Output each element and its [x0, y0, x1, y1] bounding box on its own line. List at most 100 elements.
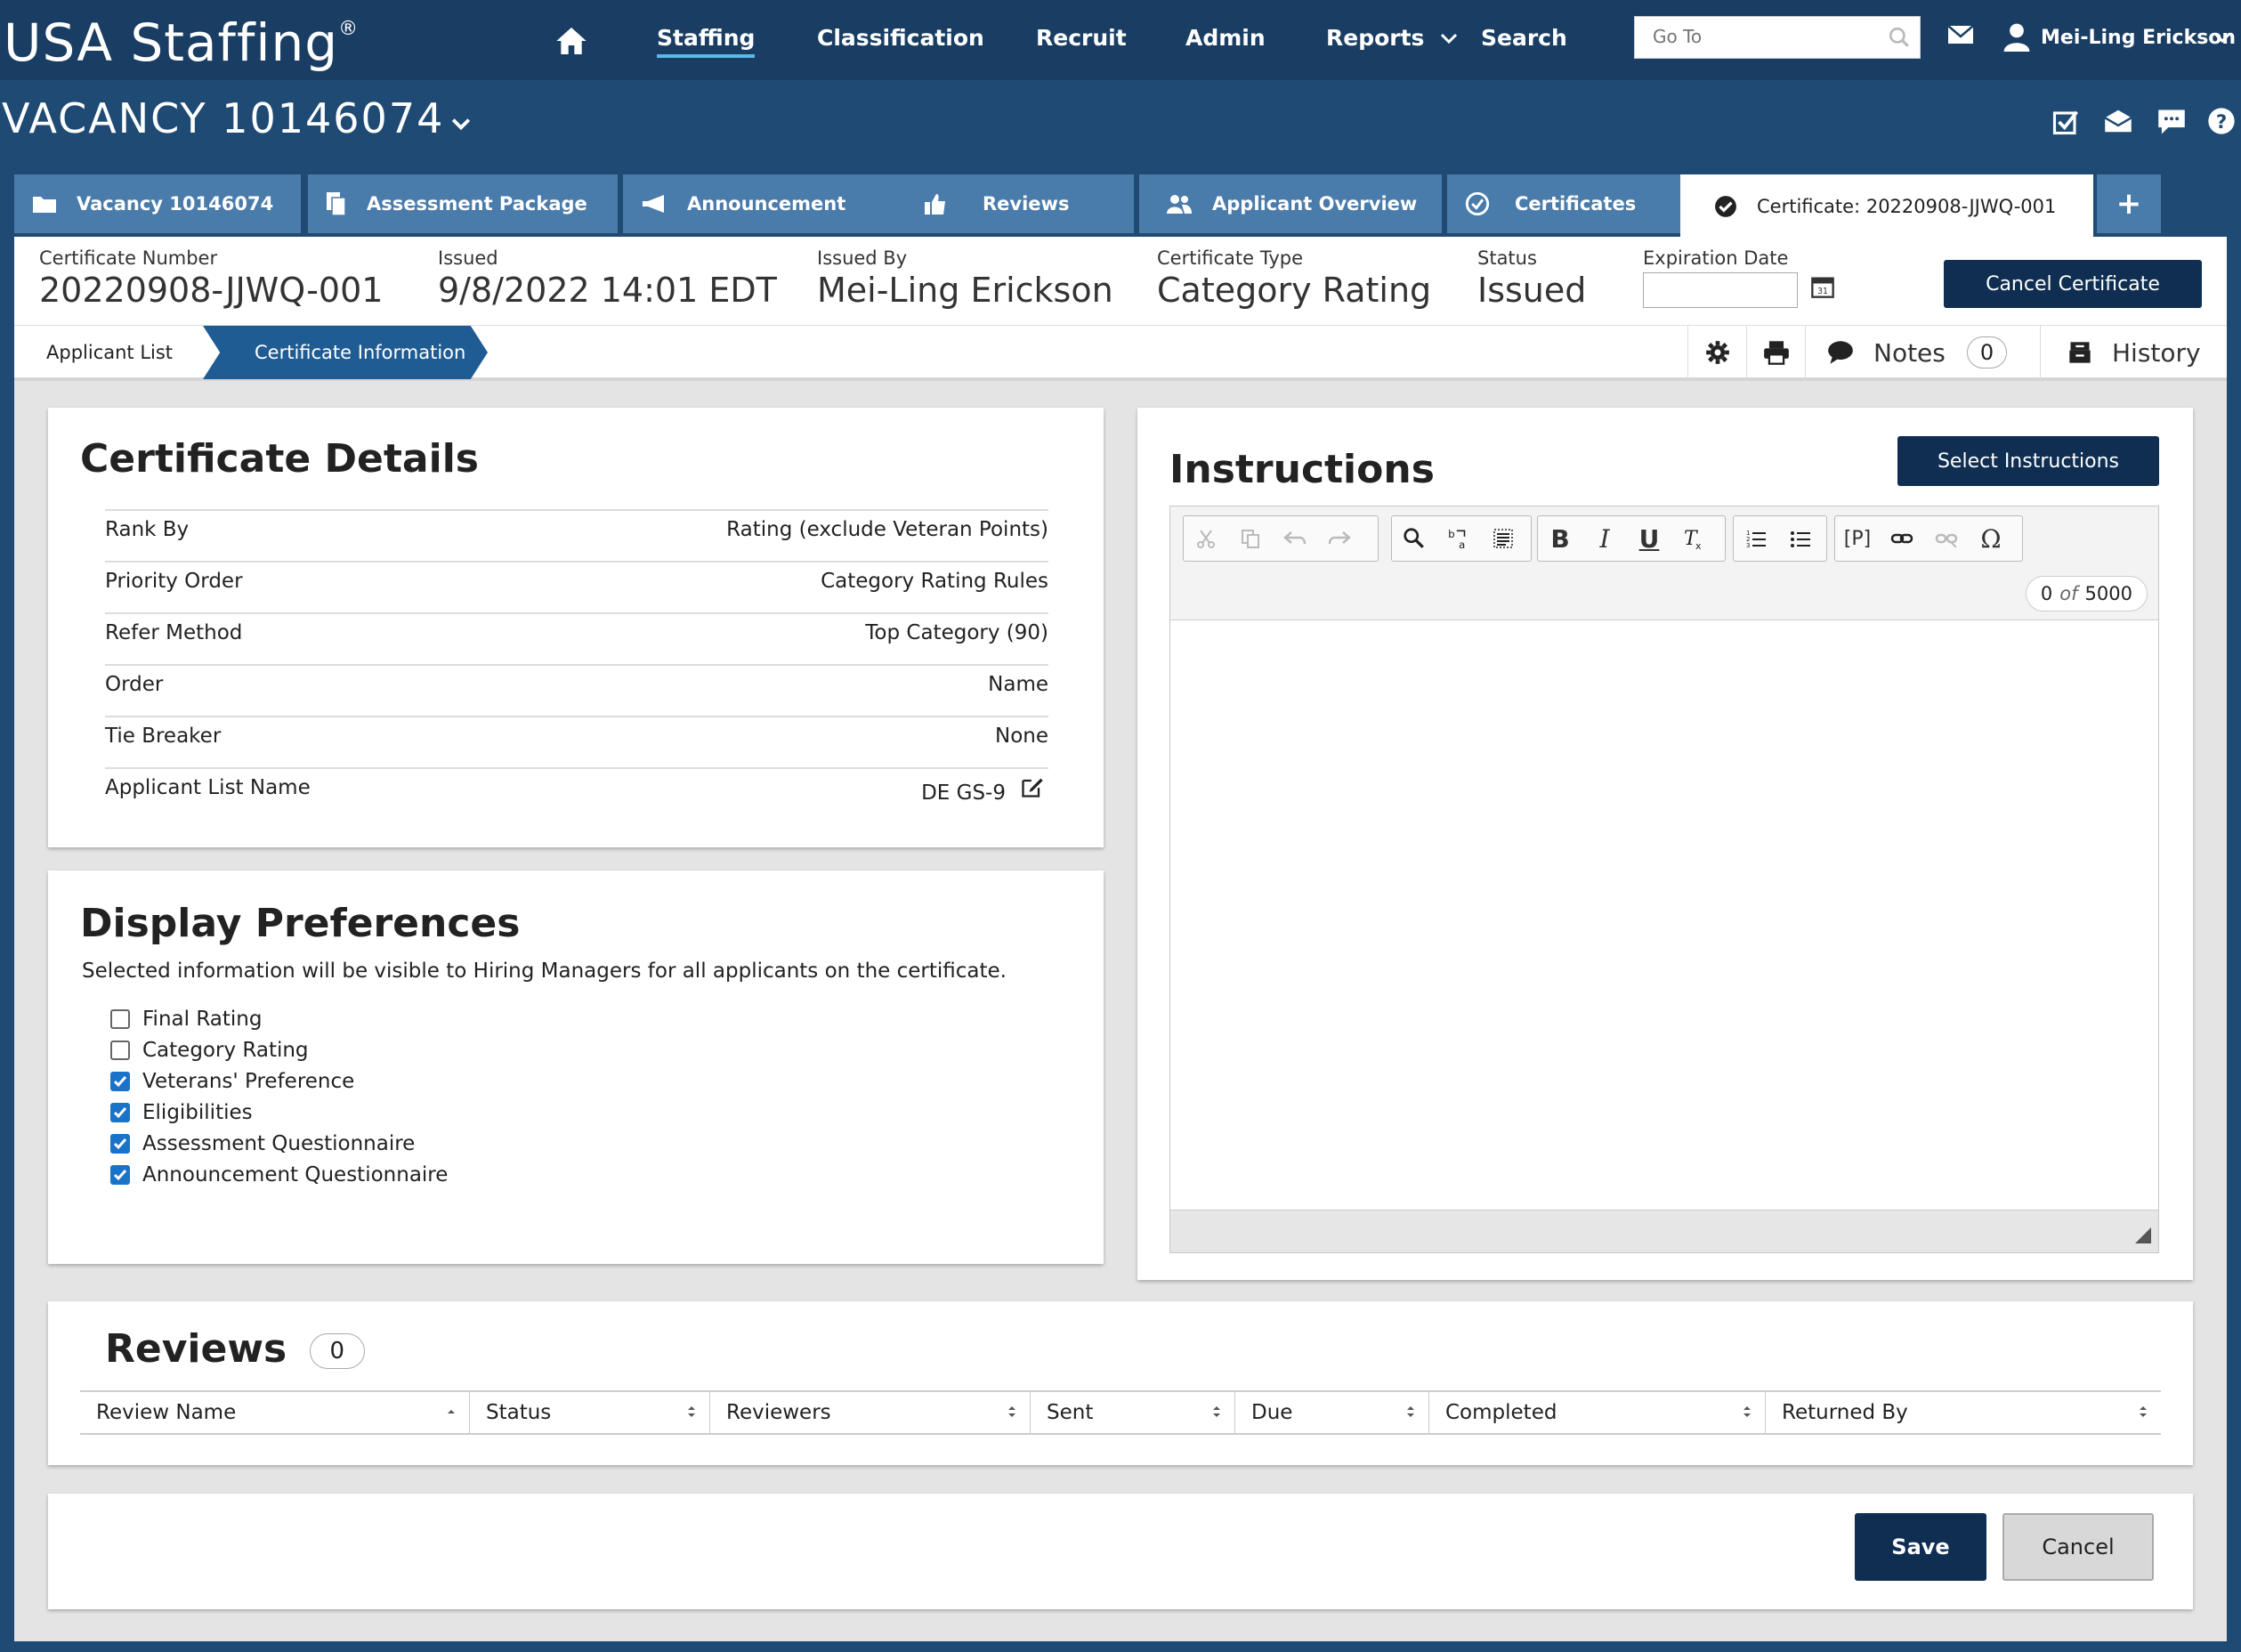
pref-assessment-questionnaire[interactable]: Assessment Questionnaire [110, 1132, 415, 1155]
column-reviewers[interactable]: Reviewers [710, 1392, 1031, 1433]
svg-text:?: ? [2216, 111, 2227, 134]
issued-date: 9/8/2022 14:01 EDT [438, 271, 777, 310]
tab-label: Certificate: 20220908-JJWQ-001 [1757, 196, 2057, 217]
vacancy-title[interactable]: VACANCY 10146074 [2, 94, 444, 142]
character-count: 0 of 5000 [2025, 576, 2148, 611]
special-character-button[interactable]: Ω [1969, 524, 2013, 554]
bulleted-list-icon[interactable] [1778, 528, 1823, 549]
editor-footer [1170, 1210, 2158, 1252]
resize-handle-icon[interactable] [2135, 1227, 2151, 1247]
cancel-certificate-button[interactable]: Cancel Certificate [1944, 260, 2202, 308]
sort-icon [1405, 1403, 1416, 1426]
checklist-icon[interactable] [2052, 109, 2079, 139]
breadcrumb-certificate-information[interactable]: Certificate Information [203, 326, 488, 379]
tab-applicant-overview[interactable]: Applicant Overview [1139, 174, 1442, 233]
nav-staffing[interactable]: Staffing [657, 25, 756, 58]
user-icon[interactable] [2002, 21, 2031, 55]
pref-eligibilities[interactable]: Eligibilities [110, 1101, 253, 1124]
save-button[interactable]: Save [1855, 1513, 1986, 1581]
nav-admin[interactable]: Admin [1185, 25, 1266, 51]
link-icon[interactable] [1880, 530, 1924, 547]
edit-icon[interactable] [1020, 774, 1045, 805]
checkbox-checked[interactable] [110, 1103, 130, 1122]
expiration-date-input[interactable] [1643, 272, 1798, 308]
detail-row-rank-by: Rank By Rating (exclude Veteran Points) [105, 509, 1048, 561]
checkbox-checked[interactable] [110, 1165, 130, 1185]
pref-veterans-preference[interactable]: Veterans' Preference [110, 1070, 354, 1093]
checkbox-unchecked[interactable] [110, 1041, 130, 1060]
expiration-date-field: Expiration Date 31 [1643, 247, 1835, 308]
char-max: 5000 [2084, 583, 2132, 604]
replace-icon[interactable]: ba [1436, 527, 1481, 550]
select-all-icon[interactable] [1481, 528, 1525, 549]
pref-final-rating[interactable]: Final Rating [110, 1008, 262, 1031]
nav-search[interactable]: Search [1481, 25, 1567, 51]
inbox-icon[interactable] [2104, 109, 2132, 137]
undo-icon[interactable] [1273, 529, 1317, 548]
redo-icon[interactable] [1317, 529, 1362, 548]
app-logo[interactable]: USA Staffing® [4, 12, 359, 73]
add-tab-button[interactable]: + [2097, 174, 2161, 233]
rich-text-editor: ba B I U Tx 123 [P] Ω 0 of 5000 [1169, 506, 2159, 1253]
mail-icon[interactable] [1947, 23, 1974, 50]
numbered-list-icon[interactable]: 123 [1734, 528, 1778, 549]
remove-format-icon[interactable]: Tx [1671, 527, 1716, 550]
detail-value: Category Rating Rules [821, 570, 1048, 593]
checkbox-checked[interactable] [110, 1134, 130, 1154]
checkbox-unchecked[interactable] [110, 1009, 130, 1029]
find-icon[interactable] [1392, 527, 1436, 550]
goto-input[interactable] [1635, 17, 1866, 56]
select-instructions-button[interactable]: Select Instructions [1897, 436, 2159, 486]
editor-content-area[interactable] [1170, 620, 2158, 1210]
detail-value: None [994, 725, 1048, 748]
column-label: Due [1251, 1401, 1293, 1424]
bold-button[interactable]: B [1538, 524, 1582, 554]
nav-reports[interactable]: Reports [1326, 25, 1459, 51]
column-sent[interactable]: Sent [1031, 1392, 1235, 1433]
tab-certificate-20220908[interactable]: Certificate: 20220908-JJWQ-001 [1680, 174, 2093, 239]
help-icon[interactable]: ? [2207, 107, 2236, 139]
chevron-down-icon[interactable] [450, 116, 472, 135]
chevron-down-icon [1441, 33, 1458, 45]
unlink-icon[interactable] [1924, 530, 1969, 547]
column-completed[interactable]: Completed [1429, 1392, 1766, 1433]
cancel-button[interactable]: Cancel [2002, 1513, 2154, 1581]
field-label: Certificate Number [39, 247, 218, 269]
toolbar-group-format: B I U Tx [1537, 515, 1726, 562]
registered-mark: ® [338, 18, 360, 40]
column-status[interactable]: Status [470, 1392, 710, 1433]
home-icon[interactable] [554, 23, 589, 59]
chat-icon[interactable] [2157, 109, 2186, 139]
copy-icon[interactable] [1228, 528, 1273, 549]
print-icon[interactable] [1746, 326, 1805, 379]
detail-value: Top Category (90) [865, 621, 1048, 644]
column-label: Review Name [96, 1401, 237, 1424]
search-icon[interactable] [1888, 26, 1911, 53]
column-review-name[interactable]: Review Name [80, 1392, 470, 1433]
paragraph-button[interactable]: [P] [1835, 528, 1880, 550]
tab-assessment-package[interactable]: Assessment Package [308, 174, 618, 233]
nav-recruit[interactable]: Recruit [1036, 25, 1127, 51]
tab-certificates[interactable]: Certificates [1447, 174, 1686, 233]
calendar-icon[interactable]: 31 [1810, 274, 1835, 303]
svg-text:a: a [1459, 539, 1465, 550]
history-button[interactable]: History [2040, 326, 2227, 379]
column-returned-by[interactable]: Returned By [1766, 1392, 2161, 1433]
chevron-down-icon[interactable] [2213, 30, 2232, 48]
pref-announcement-questionnaire[interactable]: Announcement Questionnaire [110, 1163, 448, 1186]
nav-classification[interactable]: Classification [817, 25, 984, 51]
user-name[interactable]: Mei-Ling Erickson [2041, 27, 2236, 49]
pref-category-rating[interactable]: Category Rating [110, 1039, 309, 1062]
cut-icon[interactable] [1184, 528, 1228, 549]
gear-icon[interactable] [1687, 326, 1746, 379]
tab-announcement[interactable]: Announcement [623, 174, 888, 233]
underline-button[interactable]: U [1627, 524, 1671, 554]
toolbar-group-lists: 123 [1733, 515, 1827, 562]
breadcrumb-applicant-list[interactable]: Applicant List [46, 342, 173, 363]
column-due[interactable]: Due [1235, 1392, 1429, 1433]
tab-vacancy[interactable]: Vacancy 10146074 [14, 174, 301, 233]
italic-button[interactable]: I [1582, 524, 1627, 554]
tab-reviews[interactable]: Reviews [888, 174, 1134, 233]
notes-button[interactable]: Notes 0 [1805, 326, 2040, 379]
checkbox-checked[interactable] [110, 1072, 130, 1091]
